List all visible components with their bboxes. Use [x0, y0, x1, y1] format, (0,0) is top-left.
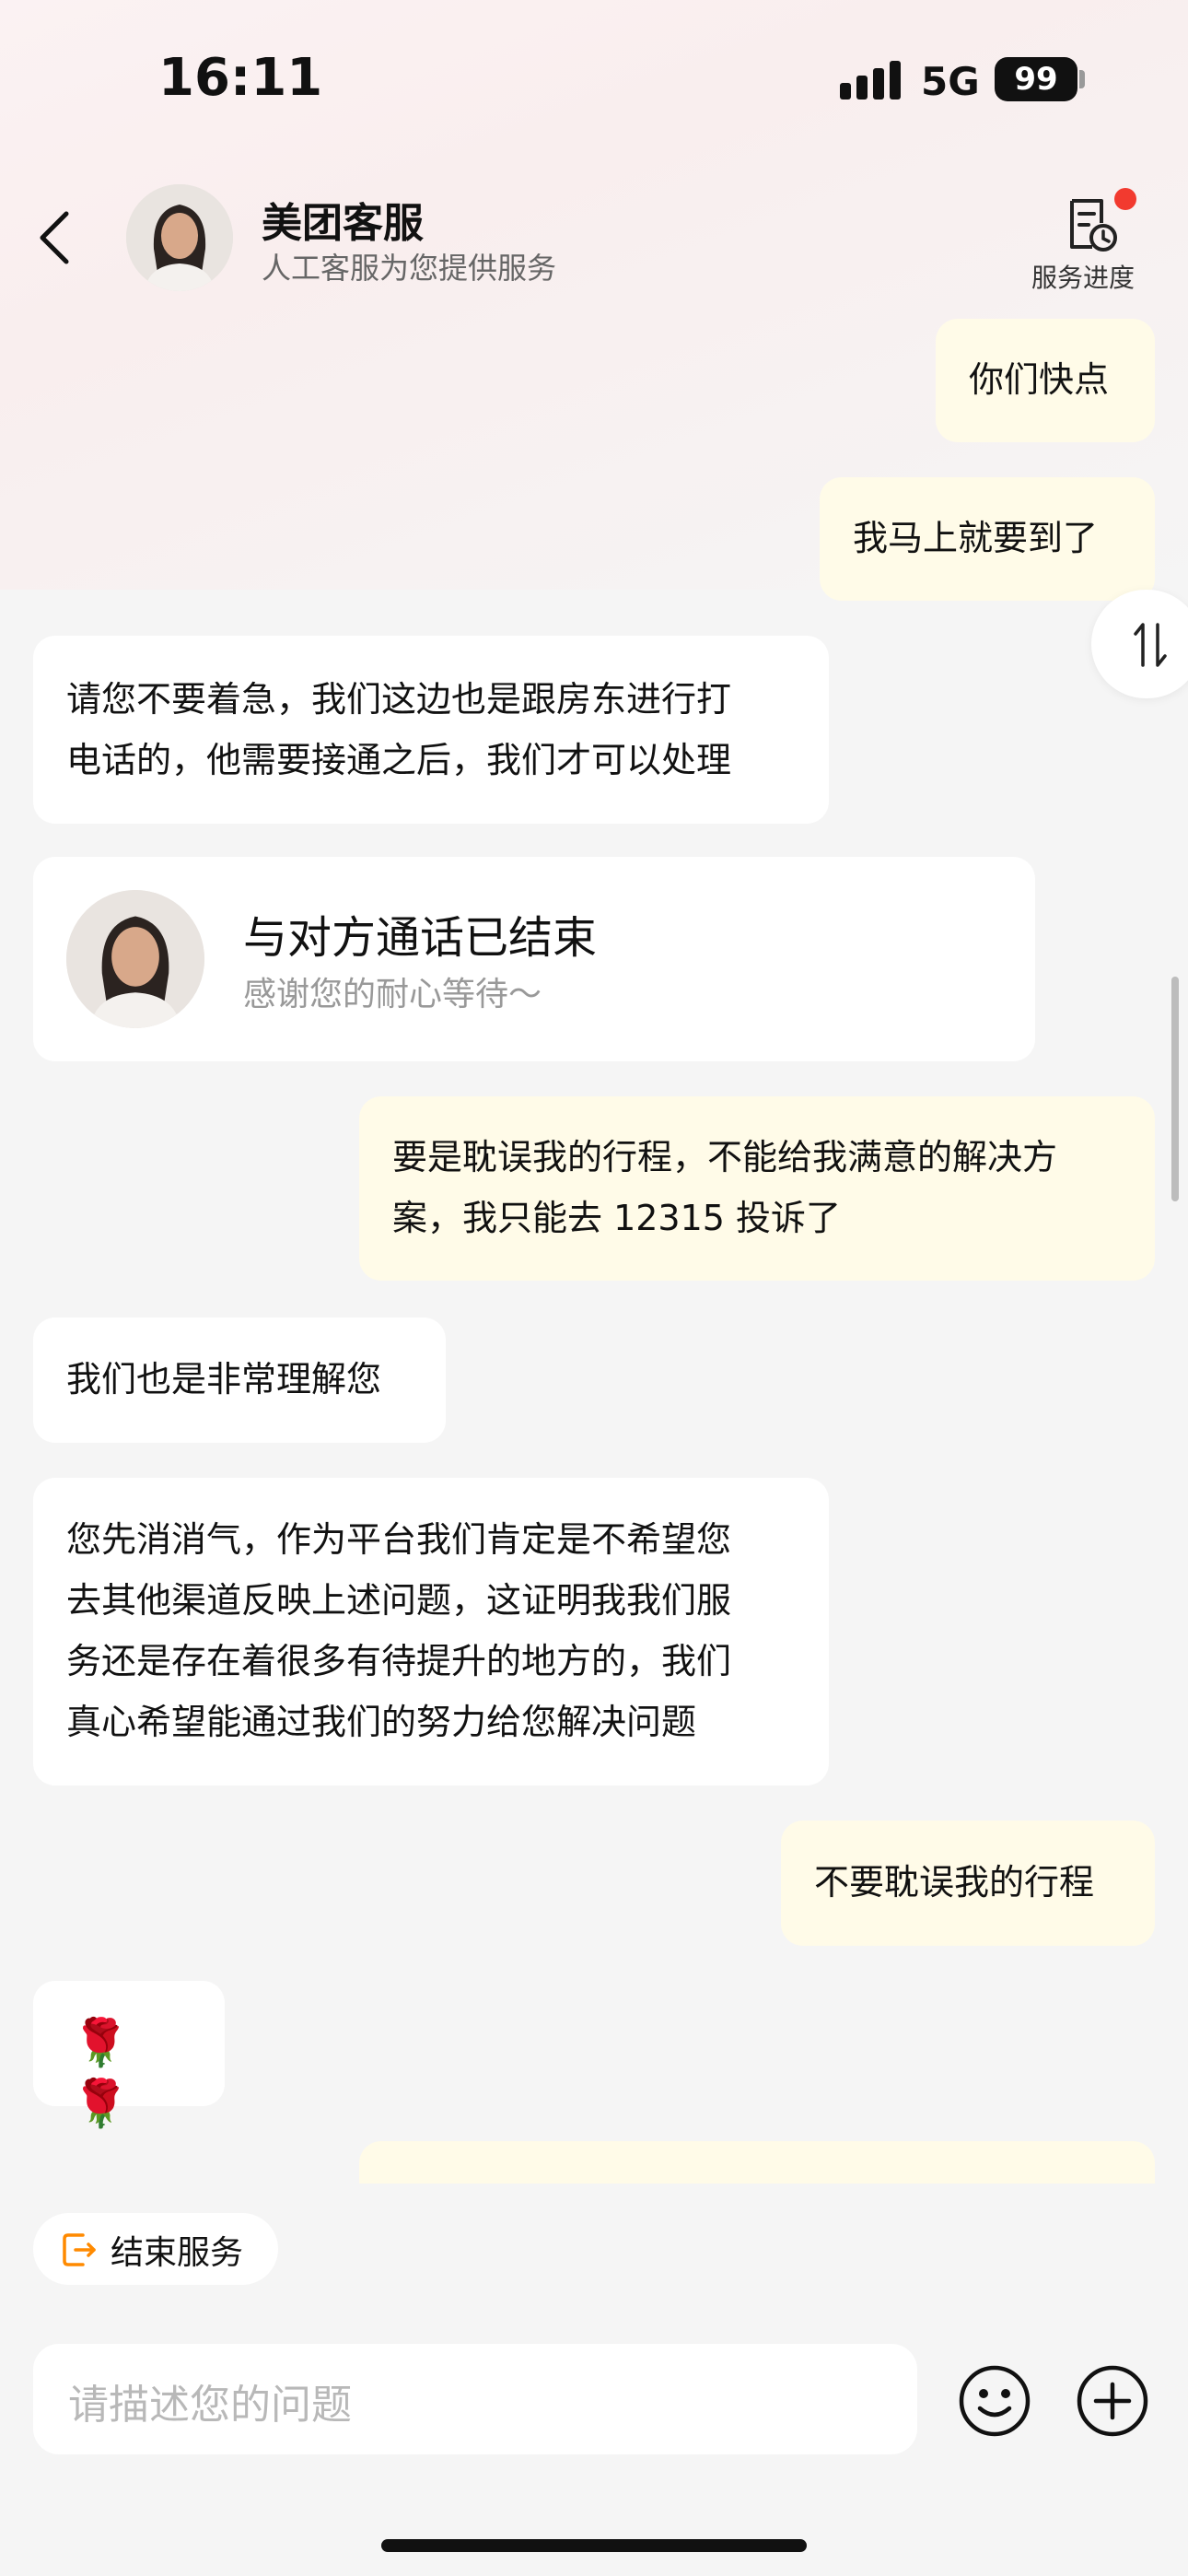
message-line: 真心希望能通过我们的努力给您解决问题	[66, 1702, 697, 1742]
message-line: 案，我只能去 12315 投诉了	[392, 1198, 842, 1238]
chat-title: 美团客服	[262, 200, 424, 247]
message-bubble: 要是耽误我的行程，不能给我满意的解决方 案，我只能去 12315 投诉了	[359, 1096, 1155, 1281]
status-time: 16:11	[158, 48, 323, 108]
battery-nub	[1079, 70, 1085, 88]
notification-dot	[1114, 188, 1136, 210]
message-bubble: 🌹🌹	[33, 1981, 225, 2130]
agent-avatar	[66, 890, 204, 1028]
battery-icon: 99	[995, 57, 1077, 101]
emoji-icon[interactable]	[958, 2364, 1031, 2438]
back-icon[interactable]	[37, 210, 74, 265]
exit-icon	[63, 2233, 96, 2266]
message-line: 您先消消气，作为平台我们肯定是不希望您	[66, 1519, 732, 1560]
service-progress-icon[interactable]	[1061, 195, 1120, 254]
end-service-button[interactable]: 结束服务	[33, 2213, 278, 2285]
network-type: 5G	[921, 59, 980, 104]
message-bubble-partial	[359, 2141, 1155, 2184]
message-bubble: 我马上就要到了	[820, 477, 1155, 601]
scrollbar[interactable]	[1171, 977, 1179, 1201]
message-line: 电话的，他需要接通之后，我们才可以处理	[66, 740, 732, 780]
battery-level: 99	[1014, 61, 1058, 98]
call-ended-title: 与对方通话已结束	[243, 912, 598, 964]
message-text: 我们也是非常理解您	[66, 1359, 382, 1399]
message-bubble: 不要耽误我的行程	[781, 1821, 1155, 1946]
message-bubble: 请您不要着急，我们这边也是跟房东进行打 电话的，他需要接通之后，我们才可以处理	[33, 636, 829, 824]
chat-subtitle: 人工客服为您提供服务	[262, 251, 557, 286]
call-ended-card: 与对方通话已结束 感谢您的耐心等待～	[33, 857, 1035, 1061]
message-text: 你们快点	[969, 359, 1110, 400]
end-service-label: 结束服务	[111, 2234, 244, 2272]
agent-avatar[interactable]	[126, 184, 233, 291]
message-bubble: 您先消消气，作为平台我们肯定是不希望您 去其他渠道反映上述问题，这证明我我们服 …	[33, 1478, 829, 1786]
rose-emoji: 🌹🌹	[72, 2016, 130, 2130]
scroll-toggle-button[interactable]	[1091, 590, 1188, 698]
message-bubble: 你们快点	[936, 319, 1155, 442]
signal-icon	[840, 61, 904, 100]
service-progress-label[interactable]: 服务进度	[1031, 258, 1135, 295]
message-line: 请您不要着急，我们这边也是跟房东进行打	[66, 679, 732, 720]
message-line: 务还是存在着很多有待提升的地方的，我们	[66, 1641, 732, 1681]
message-text: 不要耽误我的行程	[814, 1862, 1095, 1903]
plus-icon[interactable]	[1076, 2364, 1149, 2438]
message-input[interactable]: 请描述您的问题	[33, 2344, 917, 2454]
message-line: 去其他渠道反映上述问题，这证明我我们服	[66, 1580, 732, 1621]
input-placeholder: 请描述您的问题	[68, 2382, 352, 2429]
message-text: 我马上就要到了	[853, 518, 1099, 558]
message-line: 要是耽误我的行程，不能给我满意的解决方	[392, 1137, 1058, 1177]
call-ended-subtitle: 感谢您的耐心等待～	[243, 976, 542, 1013]
message-bubble: 我们也是非常理解您	[33, 1317, 446, 1443]
swap-arrows-icon	[1134, 623, 1167, 667]
home-indicator[interactable]	[381, 2539, 807, 2552]
